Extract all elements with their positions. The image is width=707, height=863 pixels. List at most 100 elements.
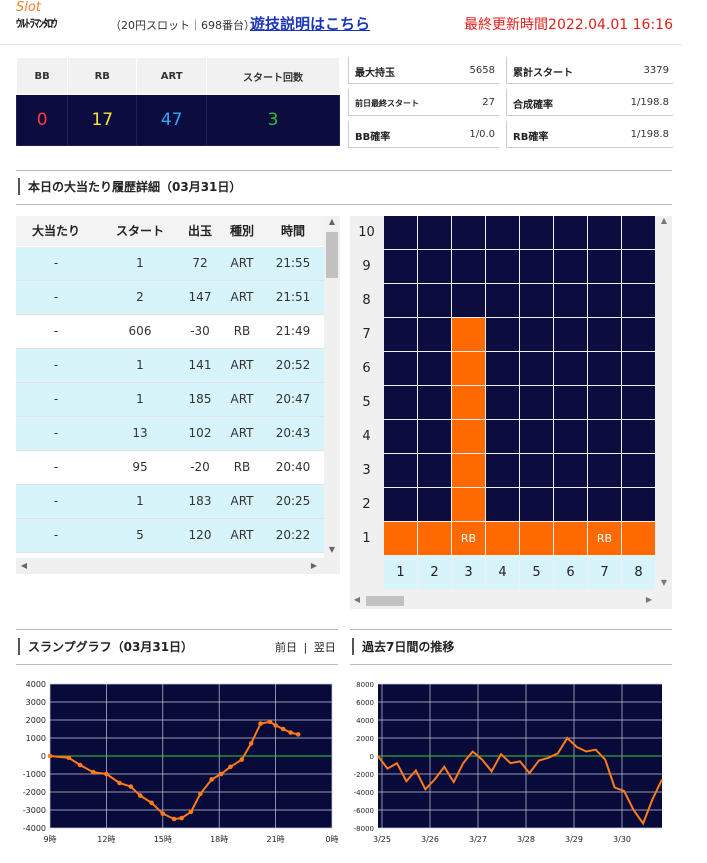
scroll-down-icon[interactable]: ▼ — [656, 578, 672, 587]
bar-cell-empty — [554, 454, 587, 487]
cell-jackpot: - — [53, 256, 59, 270]
cell-start: 2 — [136, 290, 144, 304]
cell-start: 5 — [136, 528, 144, 542]
scroll-down-icon[interactable]: ▼ — [324, 542, 340, 558]
cell-payout: 102 — [188, 426, 212, 440]
data-point — [209, 777, 214, 782]
x-axis-label: 8 — [622, 556, 655, 589]
cell-time: 21:55 — [275, 256, 311, 270]
bar-cell-empty — [554, 284, 587, 317]
history-horizontal-scrollbar[interactable]: ◀ ▶ — [16, 558, 340, 574]
col-header-time: 時間 — [280, 224, 305, 238]
bar-cell-empty — [486, 454, 519, 487]
bar-cell-empty — [486, 318, 519, 351]
y-tick-label: 6000 — [356, 699, 374, 707]
y-tick-label: 2000 — [26, 716, 46, 725]
cell-jackpot: - — [53, 494, 59, 508]
x-axis-label: 6 — [554, 556, 587, 589]
data-point — [90, 769, 96, 775]
scroll-thumb[interactable] — [366, 596, 404, 606]
next-day-link[interactable]: 翌日 — [314, 641, 336, 654]
cell-type: ART — [230, 528, 254, 542]
explain-link[interactable]: 遊技説明はこちら — [250, 13, 370, 34]
scroll-up-icon[interactable]: ▲ — [324, 214, 340, 230]
data-point — [77, 762, 83, 768]
cell-time: 20:22 — [275, 528, 311, 542]
scroll-thumb[interactable] — [326, 232, 338, 278]
y-tick-label: -4000 — [354, 789, 374, 797]
y-tick-label: 3000 — [26, 698, 46, 707]
cell-start: 1 — [136, 392, 144, 406]
x-axis-label: 3 — [452, 556, 485, 589]
y-tick-label: -6000 — [354, 807, 374, 815]
weekly-chart: 8000 6000 4000 2000 0 -2000 -4000 -6000 -8000 3/2… — [354, 681, 663, 844]
bar-cell-empty — [520, 216, 553, 249]
bar-type-label: RB — [588, 522, 621, 555]
bar-cell-empty — [588, 318, 621, 351]
cell-type: RB — [233, 324, 251, 338]
col-header-jackpot: 大当たり — [31, 224, 80, 238]
machine-name: ｳﾙﾄﾗﾏﾝﾀﾛｳ — [16, 17, 57, 30]
bar-cell-empty — [384, 250, 417, 283]
section-divider — [16, 204, 672, 205]
scroll-left-icon[interactable]: ◀ — [16, 558, 32, 574]
bar-cell-empty — [554, 318, 587, 351]
cell-jackpot: - — [53, 460, 59, 474]
cell-start: 606 — [128, 324, 152, 338]
bar-cell-filled — [622, 522, 655, 555]
cell-payout: 183 — [188, 494, 212, 508]
cell-start: 1 — [136, 256, 144, 270]
y-axis-label: 5 — [350, 386, 383, 419]
cell-type: RB — [233, 460, 251, 474]
bar-cell-empty — [452, 250, 485, 283]
prev-day-link[interactable]: 前日 — [275, 641, 297, 654]
bar-cell-empty — [384, 386, 417, 419]
scroll-right-icon[interactable]: ▶ — [642, 595, 656, 604]
cell-time: 21:49 — [275, 324, 311, 338]
stat-label: RB確率 — [513, 132, 549, 143]
cell-jackpot: - — [53, 528, 59, 542]
bar-cell-empty — [622, 386, 655, 419]
table-row: - 1 185 ART 20:47 — [16, 383, 324, 417]
summary-value-bb: 0 — [15, 94, 69, 146]
table-row: - 95 -20 RB 20:40 — [16, 451, 324, 485]
table-row: - 5 120 ART 20:22 — [16, 519, 324, 553]
data-point — [188, 809, 194, 815]
summary-value-art: 47 — [136, 94, 207, 146]
data-point — [280, 726, 286, 732]
bar-cell-filled — [452, 352, 485, 385]
grid-vertical-scrollbar[interactable] — [656, 216, 672, 590]
scroll-right-icon[interactable]: ▶ — [306, 558, 322, 574]
cell-time: 20:25 — [275, 494, 311, 508]
x-axis-label: 5 — [520, 556, 553, 589]
scroll-left-icon[interactable]: ◀ — [350, 595, 364, 604]
y-tick-label: 1000 — [26, 734, 46, 743]
bar-cell-empty — [486, 386, 519, 419]
data-point — [218, 771, 224, 777]
bar-cell-filled — [452, 386, 485, 419]
section-divider — [16, 629, 338, 630]
cell-payout: 72 — [192, 256, 208, 270]
bar-cell-empty — [520, 420, 553, 453]
data-point — [228, 764, 233, 770]
y-tick-label: -8000 — [354, 825, 374, 833]
bar-cell-filled — [384, 522, 417, 555]
section-divider — [16, 664, 338, 665]
x-tick-label: 3/30 — [613, 835, 631, 844]
cell-payout: 141 — [188, 358, 212, 372]
bar-cell-empty — [588, 386, 621, 419]
bar-cell-empty — [384, 216, 417, 249]
nav-separator: | — [303, 641, 308, 654]
bar-cell-filled — [520, 522, 553, 555]
bar-cell-empty — [622, 454, 655, 487]
stat-total-start: 累計スタート 3379 — [506, 57, 673, 84]
last-updated: 最終更新時間2022.04.01 16:16 — [464, 17, 673, 33]
bar-cell-empty — [486, 352, 519, 385]
cell-start: 1 — [136, 494, 144, 508]
bar-cell-empty — [418, 216, 451, 249]
history-vertical-scrollbar[interactable]: ▲ ▼ — [324, 216, 340, 558]
x-axis-label: 2 — [418, 556, 451, 589]
summary-table: BB RB ART スタート回数 0 17 47 3 — [15, 57, 340, 146]
cell-payout: -20 — [190, 460, 210, 474]
scroll-up-icon[interactable]: ▲ — [656, 216, 672, 225]
